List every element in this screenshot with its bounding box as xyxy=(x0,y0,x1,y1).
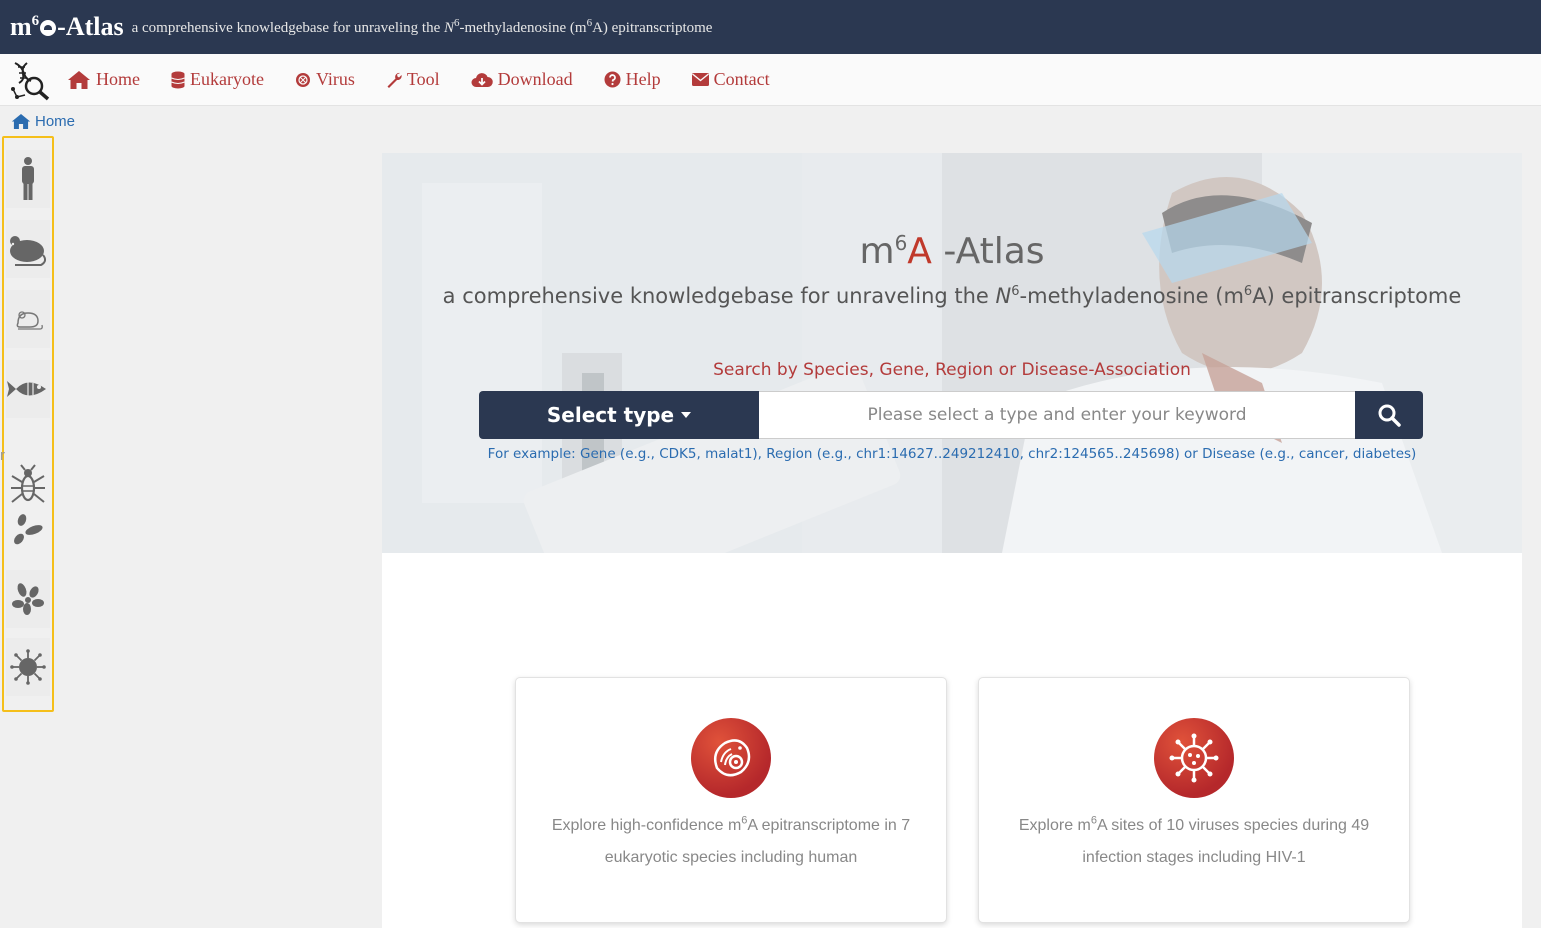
brand-logo[interactable]: m 6 -Atlas xyxy=(10,12,124,42)
tagline-part: -methyladenosine (m xyxy=(459,20,587,36)
select-type-label: Select type xyxy=(546,403,675,427)
caret-down-icon xyxy=(681,412,692,418)
nav-contact[interactable]: Contact xyxy=(691,69,770,90)
breadcrumb-home[interactable]: Home xyxy=(35,113,75,130)
virus-icon xyxy=(10,649,46,685)
hero-sub-part: A) epitranscriptome xyxy=(1252,284,1462,308)
eukaryote-card[interactable]: Explore high-confidence m6A epitranscrip… xyxy=(515,677,947,923)
card-icon-circle xyxy=(1154,718,1234,798)
nav-home[interactable]: Home xyxy=(67,69,140,90)
nav-contact-label: Contact xyxy=(713,69,770,89)
search-bar: Select type xyxy=(479,391,1423,439)
nav-home-label: Home xyxy=(96,69,140,89)
eukaryote-card-text: Explore high-confidence m6A epitranscrip… xyxy=(536,810,926,874)
home-icon xyxy=(68,70,90,89)
nav-virus[interactable]: Virus xyxy=(295,69,355,90)
nav-virus-label: Virus xyxy=(315,69,355,89)
sidebar-item-arabidopsis[interactable] xyxy=(6,570,50,628)
hero-title-a: A xyxy=(907,231,932,272)
arabidopsis-icon xyxy=(12,583,44,615)
search-icon xyxy=(1378,404,1401,427)
zebrafish-icon xyxy=(7,381,46,397)
sidebar-item-zebrafish[interactable] xyxy=(6,360,50,418)
brand-atlas: -Atlas xyxy=(57,12,124,41)
card-text-part: Explore m xyxy=(1018,817,1091,834)
hero-banner: m6A -Atlas a comprehensive knowledgebase… xyxy=(382,153,1522,553)
virus-icon xyxy=(1169,733,1219,783)
sidebar-item-mouse[interactable] xyxy=(6,220,50,278)
virus-card-text: Explore m6A sites of 10 viruses species … xyxy=(999,810,1389,874)
search-input[interactable] xyxy=(759,391,1355,439)
main-content: Explore high-confidence m6A epitranscrip… xyxy=(382,553,1522,928)
sidebar-item-virus[interactable] xyxy=(6,638,50,696)
hero-sub-part: a comprehensive knowledgebase for unrave… xyxy=(442,284,996,308)
nav-download[interactable]: Download xyxy=(471,69,573,90)
tagline-part: a comprehensive knowledgebase for unrave… xyxy=(131,20,444,36)
hero-title-sup: 6 xyxy=(894,231,908,255)
hero-sub-sup: 6 xyxy=(1011,284,1020,299)
cell-icon xyxy=(714,739,751,777)
virus-card[interactable]: Explore m6A sites of 10 viruses species … xyxy=(978,677,1410,923)
sidebar-item-rat[interactable] xyxy=(6,290,50,348)
card-icon-circle xyxy=(691,718,771,798)
envelope-icon xyxy=(691,73,709,86)
header-tagline: a comprehensive knowledgebase for unrave… xyxy=(132,17,713,37)
hero-sub-part: -methyladenosine (m xyxy=(1019,284,1244,308)
species-sidebar xyxy=(2,136,54,712)
hero-subtitle: a comprehensive knowledgebase for unrave… xyxy=(382,284,1522,308)
brand-m: m xyxy=(10,12,32,41)
search-hint: Search by Species, Gene, Region or Disea… xyxy=(713,360,1191,380)
nav-tool[interactable]: Tool xyxy=(386,69,440,90)
dna-magnifier-logo-icon[interactable] xyxy=(9,59,51,101)
database-icon xyxy=(171,71,185,88)
hero-sub-n: N xyxy=(995,284,1012,308)
nav-help[interactable]: Help xyxy=(604,69,661,90)
nav-help-label: Help xyxy=(625,69,661,89)
card-text-part: A sites of 10 viruses species during 49 … xyxy=(1082,817,1370,866)
nav-eukaryote-label: Eukaryote xyxy=(190,69,264,89)
card-text-part: Explore high-confidence m xyxy=(551,817,742,834)
question-icon xyxy=(604,71,621,88)
search-button[interactable] xyxy=(1355,391,1423,439)
sidebar-stray-text: r xyxy=(0,447,5,464)
top-header: m 6 -Atlas a comprehensive knowledgebase f… xyxy=(0,0,1541,54)
yeast-icon xyxy=(14,514,43,545)
hero-title-rest: -Atlas xyxy=(931,231,1045,272)
nav-download-label: Download xyxy=(497,69,573,89)
tagline-part: A) epitranscriptome xyxy=(592,20,713,36)
mouse-icon xyxy=(10,236,47,266)
cloud-download-icon xyxy=(471,72,493,87)
hero-title-m: m xyxy=(859,231,895,272)
virus-icon xyxy=(295,72,310,87)
wrench-icon xyxy=(387,72,402,88)
atlas-dot-icon xyxy=(40,20,57,36)
home-icon xyxy=(11,114,31,129)
tagline-n: N xyxy=(444,20,455,36)
brand-sup: 6 xyxy=(31,13,40,29)
main-navbar: Home Eukaryote Virus Tool Download Help … xyxy=(0,54,1541,106)
nav-tool-label: Tool xyxy=(406,69,440,89)
select-type-dropdown[interactable]: Select type xyxy=(479,391,759,439)
breadcrumb[interactable]: Home xyxy=(11,113,75,130)
nav-eukaryote[interactable]: Eukaryote xyxy=(171,69,264,90)
sidebar-item-yeast[interactable] xyxy=(6,500,50,558)
rat-icon xyxy=(16,311,43,330)
sidebar-item-human[interactable] xyxy=(6,150,50,208)
hero-veil xyxy=(382,153,1522,553)
hero-sub-sup: 6 xyxy=(1243,284,1253,299)
human-icon xyxy=(22,157,34,200)
hero-title: m6A -Atlas xyxy=(382,231,1522,272)
search-example[interactable]: For example: Gene (e.g., CDK5, malat1), … xyxy=(382,446,1522,462)
